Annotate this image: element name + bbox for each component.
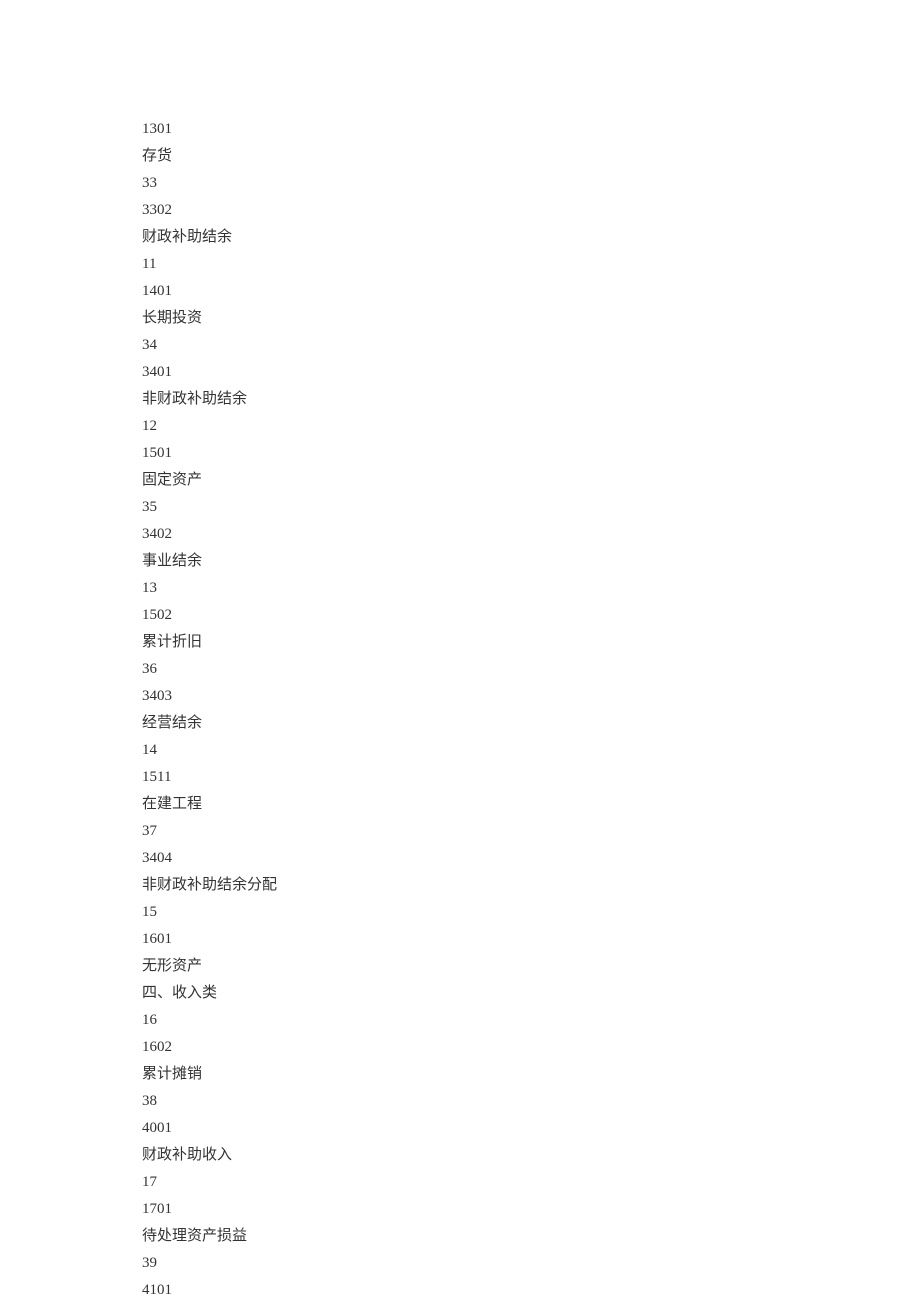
text-line: 待处理资产损益	[142, 1223, 920, 1250]
text-line: 34	[142, 332, 920, 359]
text-line: 累计摊销	[142, 1061, 920, 1088]
text-line: 在建工程	[142, 791, 920, 818]
text-line: 四、收入类	[142, 980, 920, 1007]
text-line: 存货	[142, 143, 920, 170]
text-line: 33	[142, 170, 920, 197]
text-line: 17	[142, 1169, 920, 1196]
text-line: 3404	[142, 845, 920, 872]
text-line: 财政补助收入	[142, 1142, 920, 1169]
text-line: 37	[142, 818, 920, 845]
text-line: 38	[142, 1088, 920, 1115]
text-line: 39	[142, 1250, 920, 1277]
text-line: 13	[142, 575, 920, 602]
text-line: 1501	[142, 440, 920, 467]
text-line: 3402	[142, 521, 920, 548]
text-line: 11	[142, 251, 920, 278]
text-line: 35	[142, 494, 920, 521]
text-line: 财政补助结余	[142, 224, 920, 251]
text-line: 1601	[142, 926, 920, 953]
text-line: 4101	[142, 1277, 920, 1304]
text-line: 非财政补助结余	[142, 386, 920, 413]
text-line: 1401	[142, 278, 920, 305]
text-line: 15	[142, 899, 920, 926]
text-line: 36	[142, 656, 920, 683]
text-line: 1511	[142, 764, 920, 791]
text-line: 事业结余	[142, 548, 920, 575]
text-line: 无形资产	[142, 953, 920, 980]
text-line: 非财政补助结余分配	[142, 872, 920, 899]
text-line: 长期投资	[142, 305, 920, 332]
text-line: 1701	[142, 1196, 920, 1223]
text-line: 经营结余	[142, 710, 920, 737]
document-page: 1301存货333302财政补助结余111401长期投资343401非财政补助结…	[0, 0, 920, 1304]
text-line: 1602	[142, 1034, 920, 1061]
text-line: 1301	[142, 116, 920, 143]
text-line: 固定资产	[142, 467, 920, 494]
text-line: 16	[142, 1007, 920, 1034]
text-line: 4001	[142, 1115, 920, 1142]
text-line: 12	[142, 413, 920, 440]
text-line: 3401	[142, 359, 920, 386]
text-line: 3302	[142, 197, 920, 224]
text-line: 1502	[142, 602, 920, 629]
text-line: 14	[142, 737, 920, 764]
text-line: 3403	[142, 683, 920, 710]
text-line: 累计折旧	[142, 629, 920, 656]
